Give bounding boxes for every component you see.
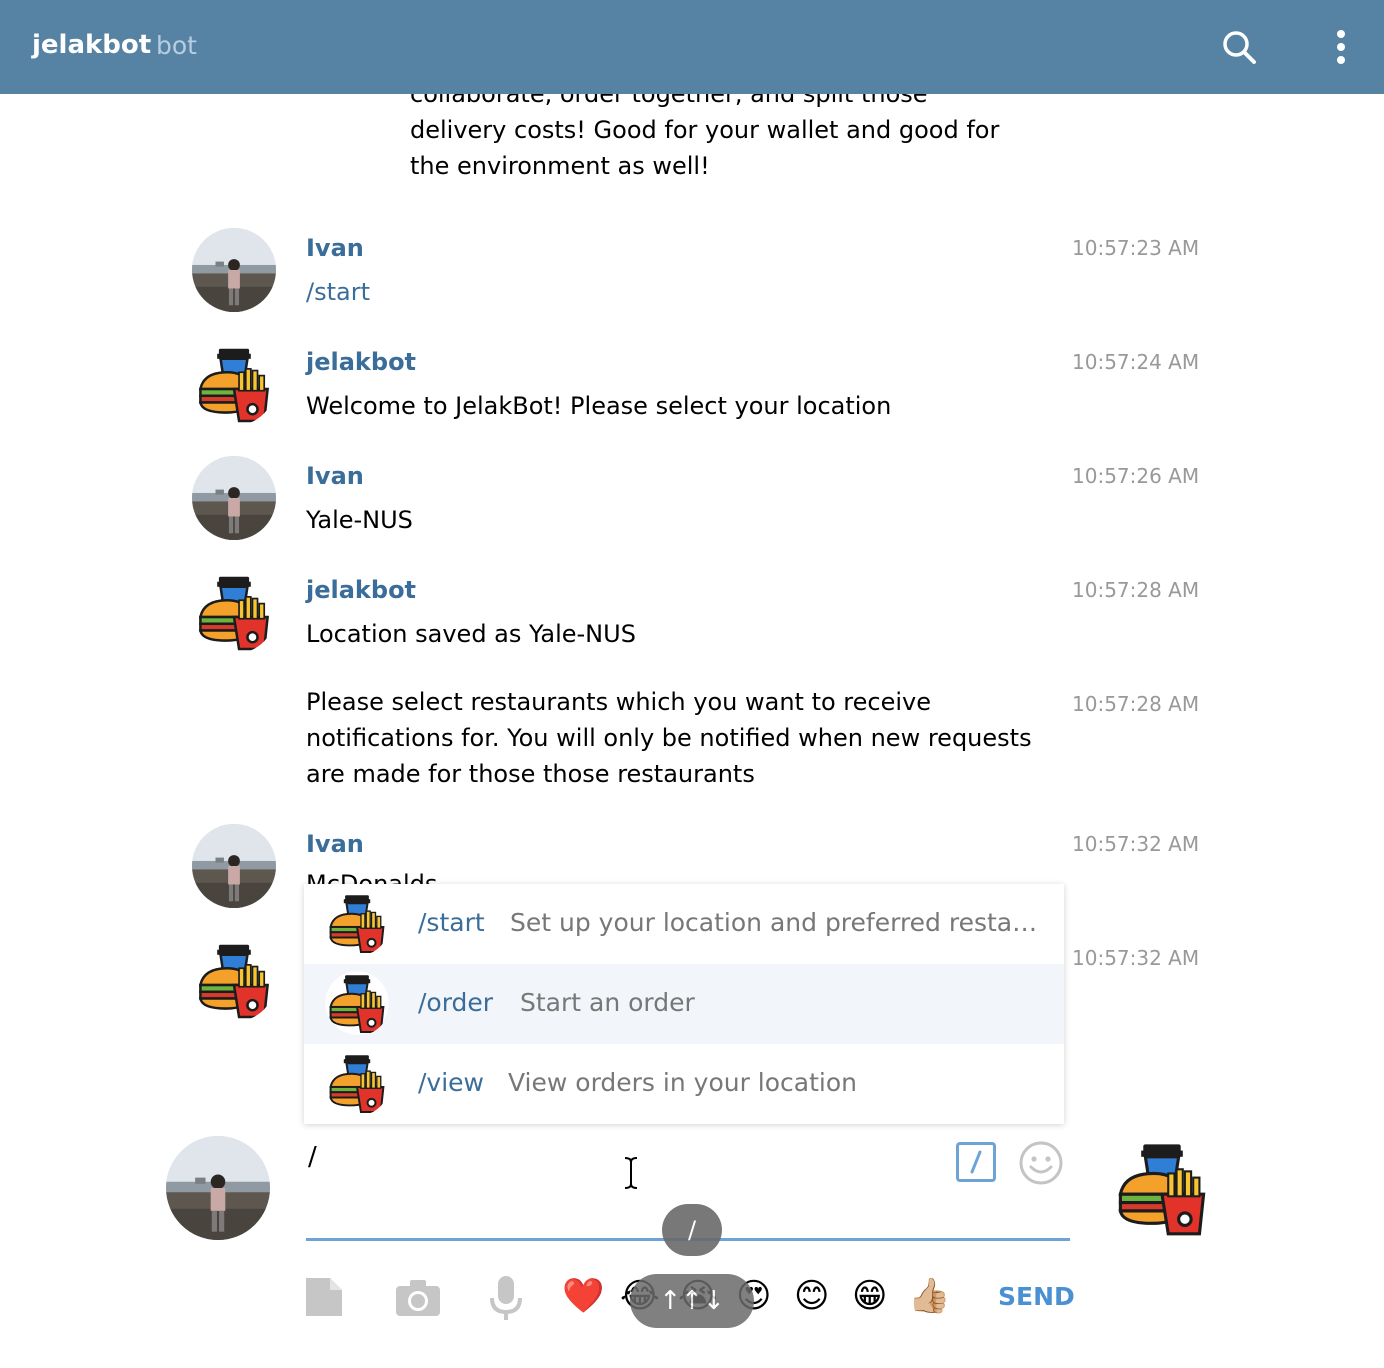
emoji-heart[interactable]: ❤️ — [562, 1276, 604, 1316]
avatar-ivan[interactable] — [192, 824, 276, 908]
peer-avatar[interactable] — [1110, 1134, 1214, 1242]
message-timestamp: 10:57:32 AM — [1072, 832, 1200, 856]
keystroke-hint-slash: / — [662, 1204, 722, 1256]
command-item-view[interactable]: /view View orders in your location — [304, 1044, 1064, 1124]
chat-title[interactable]: jelakbot — [32, 30, 151, 60]
avatar-ivan[interactable] — [192, 456, 276, 540]
message-timestamp: 10:57:24 AM — [1072, 350, 1200, 374]
message-text-command[interactable]: /start — [306, 274, 1046, 310]
message-sender[interactable]: Ivan — [306, 830, 364, 858]
avatar-jelakbot[interactable] — [192, 938, 276, 1022]
camera-icon[interactable] — [396, 1280, 440, 1320]
message-input[interactable]: / — [308, 1142, 317, 1172]
message-timestamp: 10:57:26 AM — [1072, 464, 1200, 488]
command-name: /start — [418, 908, 485, 937]
my-avatar[interactable] — [166, 1136, 270, 1240]
text-cursor-icon — [622, 1156, 640, 1194]
command-description: Set up your location and preferred resta… — [510, 908, 1038, 937]
avatar-jelakbot[interactable] — [192, 342, 276, 426]
emoji-thumbs-up[interactable]: 👍🏼 — [908, 1276, 950, 1316]
avatar-ivan[interactable] — [192, 228, 276, 312]
smiley-icon[interactable] — [1018, 1140, 1064, 1190]
message-timestamp: 10:57:28 AM — [1072, 578, 1200, 602]
command-description: View orders in your location — [508, 1068, 857, 1097]
avatar-jelakbot[interactable] — [192, 570, 276, 654]
message-text: Welcome to JelakBot! Please select your … — [306, 392, 892, 420]
emoji-smile[interactable]: 😊 — [794, 1276, 829, 1316]
bot-avatar — [324, 1050, 390, 1116]
chat-subtitle: bot — [156, 31, 197, 60]
message-text: Yale-NUS — [306, 506, 413, 534]
command-name: /view — [418, 1068, 484, 1097]
command-name: /order — [418, 988, 494, 1017]
message-sender[interactable]: Ivan — [306, 462, 364, 490]
message-text: Location saved as Yale-NUS — [306, 620, 636, 648]
command-item-order[interactable]: /order Start an order — [304, 964, 1064, 1044]
command-item-start[interactable]: /start Set up your location and preferre… — [304, 884, 1064, 964]
message-sender[interactable]: Ivan — [306, 234, 364, 262]
message-timestamp: 10:57:32 AM — [1072, 946, 1200, 970]
command-suggestions: /start Set up your location and preferre… — [304, 884, 1064, 1124]
message-timestamp: 10:57:23 AM — [1072, 236, 1200, 260]
message-sender[interactable]: jelakbot — [306, 576, 416, 604]
send-button[interactable]: SEND — [998, 1282, 1075, 1311]
message-text: Please select restaurants which you want… — [306, 688, 1032, 788]
microphone-icon[interactable] — [488, 1276, 524, 1324]
command-description: Start an order — [520, 988, 695, 1017]
emoji-grin[interactable]: 😁 — [852, 1276, 887, 1316]
slash-command-icon[interactable] — [956, 1142, 996, 1182]
more-vert-icon[interactable] — [1318, 24, 1364, 70]
bot-avatar — [324, 970, 390, 1036]
search-icon[interactable] — [1216, 24, 1262, 70]
message-timestamp: 10:57:28 AM — [1072, 692, 1200, 716]
message-sender[interactable]: jelakbot — [306, 348, 416, 376]
chat-header: jelakbot bot — [0, 0, 1384, 94]
keystroke-hint-arrows: ↑↑↓ — [630, 1274, 754, 1328]
bot-avatar — [324, 890, 390, 956]
file-icon[interactable] — [306, 1278, 342, 1320]
